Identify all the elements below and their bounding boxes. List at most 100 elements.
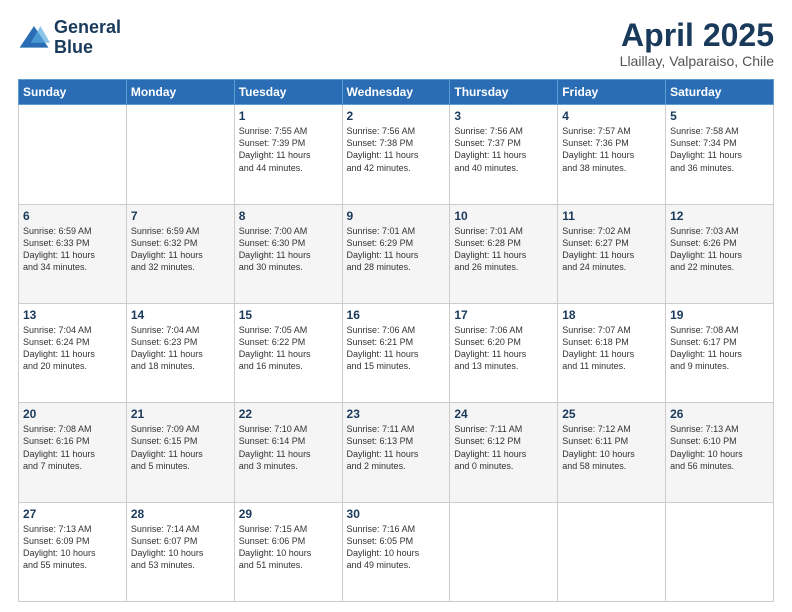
table-row: 10 Sunrise: 7:01 AM Sunset: 6:28 PM Dayli… xyxy=(450,204,558,303)
day-number: 1 xyxy=(239,109,338,123)
table-row: 28Sunrise: 7:14 AM Sunset: 6:07 PM Dayli… xyxy=(126,502,234,601)
day-info: Sunrise: 7:55 AM Sunset: 7:39 PM Dayligh… xyxy=(239,125,338,174)
day-number: 23 xyxy=(347,407,446,421)
day-number: 11 xyxy=(562,209,661,223)
calendar-week-row: 6 Sunrise: 6:59 AM Sunset: 6:33 PM Daylig… xyxy=(19,204,774,303)
col-friday: Friday xyxy=(558,80,666,105)
day-number: 4 xyxy=(562,109,661,123)
table-row: 13 Sunrise: 7:04 AM Sunset: 6:24 PM Dayli… xyxy=(19,303,127,402)
day-number: 27 xyxy=(23,507,122,521)
calendar-week-row: 13 Sunrise: 7:04 AM Sunset: 6:24 PM Dayli… xyxy=(19,303,774,402)
table-row: 17 Sunrise: 7:06 AM Sunset: 6:20 PM Dayli… xyxy=(450,303,558,402)
day-info: Sunrise: 7:01 AM Sunset: 6:28 PM Dayligh… xyxy=(454,225,553,274)
table-row: 8Sunrise: 7:00 AM Sunset: 6:30 PM Daylig… xyxy=(234,204,342,303)
day-info: Sunrise: 7:11 AM Sunset: 6:13 PM Dayligh… xyxy=(347,423,446,472)
table-row: 12Sunrise: 7:03 AM Sunset: 6:26 PM Dayli… xyxy=(666,204,774,303)
day-info: Sunrise: 7:13 AM Sunset: 6:09 PM Dayligh… xyxy=(23,523,122,572)
table-row: 29 Sunrise: 7:15 AM Sunset: 6:06 PM Dayli… xyxy=(234,502,342,601)
day-info: Sunrise: 7:06 AM Sunset: 6:21 PM Dayligh… xyxy=(347,324,446,373)
day-number: 29 xyxy=(239,507,338,521)
calendar-table: Sunday Monday Tuesday Wednesday Thursday… xyxy=(18,79,774,602)
table-row: 11 Sunrise: 7:02 AM Sunset: 6:27 PM Dayli… xyxy=(558,204,666,303)
day-info: Sunrise: 7:04 AM Sunset: 6:24 PM Dayligh… xyxy=(23,324,122,373)
day-info: Sunrise: 7:09 AM Sunset: 6:15 PM Dayligh… xyxy=(131,423,230,472)
day-info: Sunrise: 6:59 AM Sunset: 6:32 PM Dayligh… xyxy=(131,225,230,274)
calendar-week-row: 20 Sunrise: 7:08 AM Sunset: 6:16 PM Dayli… xyxy=(19,403,774,502)
day-info: Sunrise: 7:10 AM Sunset: 6:14 PM Dayligh… xyxy=(239,423,338,472)
day-number: 17 xyxy=(454,308,553,322)
table-row: 1 Sunrise: 7:55 AM Sunset: 7:39 PM Daylig… xyxy=(234,105,342,204)
day-info: Sunrise: 7:56 AM Sunset: 7:37 PM Dayligh… xyxy=(454,125,553,174)
col-thursday: Thursday xyxy=(450,80,558,105)
day-info: Sunrise: 7:08 AM Sunset: 6:17 PM Dayligh… xyxy=(670,324,769,373)
day-number: 15 xyxy=(239,308,338,322)
table-row xyxy=(19,105,127,204)
calendar-header-row: Sunday Monday Tuesday Wednesday Thursday… xyxy=(19,80,774,105)
day-number: 24 xyxy=(454,407,553,421)
calendar-week-row: 1 Sunrise: 7:55 AM Sunset: 7:39 PM Daylig… xyxy=(19,105,774,204)
table-row: 15 Sunrise: 7:05 AM Sunset: 6:22 PM Dayli… xyxy=(234,303,342,402)
table-row: 24Sunrise: 7:11 AM Sunset: 6:12 PM Dayli… xyxy=(450,403,558,502)
day-number: 7 xyxy=(131,209,230,223)
table-row: 6 Sunrise: 6:59 AM Sunset: 6:33 PM Daylig… xyxy=(19,204,127,303)
col-saturday: Saturday xyxy=(666,80,774,105)
day-number: 12 xyxy=(670,209,769,223)
day-info: Sunrise: 7:01 AM Sunset: 6:29 PM Dayligh… xyxy=(347,225,446,274)
title-area: April 2025 Llaillay, Valparaiso, Chile xyxy=(620,18,774,69)
day-number: 18 xyxy=(562,308,661,322)
table-row: 7 Sunrise: 6:59 AM Sunset: 6:32 PM Daylig… xyxy=(126,204,234,303)
table-row xyxy=(450,502,558,601)
day-number: 6 xyxy=(23,209,122,223)
day-number: 21 xyxy=(131,407,230,421)
day-info: Sunrise: 7:08 AM Sunset: 6:16 PM Dayligh… xyxy=(23,423,122,472)
table-row: 25 Sunrise: 7:12 AM Sunset: 6:11 PM Dayli… xyxy=(558,403,666,502)
day-info: Sunrise: 7:15 AM Sunset: 6:06 PM Dayligh… xyxy=(239,523,338,572)
day-number: 10 xyxy=(454,209,553,223)
day-number: 30 xyxy=(347,507,446,521)
col-monday: Monday xyxy=(126,80,234,105)
table-row: 19Sunrise: 7:08 AM Sunset: 6:17 PM Dayli… xyxy=(666,303,774,402)
day-number: 9 xyxy=(347,209,446,223)
day-info: Sunrise: 7:00 AM Sunset: 6:30 PM Dayligh… xyxy=(239,225,338,274)
day-info: Sunrise: 7:56 AM Sunset: 7:38 PM Dayligh… xyxy=(347,125,446,174)
table-row: 23 Sunrise: 7:11 AM Sunset: 6:13 PM Dayli… xyxy=(342,403,450,502)
day-number: 28 xyxy=(131,507,230,521)
day-number: 13 xyxy=(23,308,122,322)
month-title: April 2025 xyxy=(620,18,774,53)
day-info: Sunrise: 7:58 AM Sunset: 7:34 PM Dayligh… xyxy=(670,125,769,174)
table-row xyxy=(666,502,774,601)
day-number: 14 xyxy=(131,308,230,322)
day-info: Sunrise: 7:06 AM Sunset: 6:20 PM Dayligh… xyxy=(454,324,553,373)
day-number: 3 xyxy=(454,109,553,123)
table-row: 20 Sunrise: 7:08 AM Sunset: 6:16 PM Dayli… xyxy=(19,403,127,502)
table-row: 5Sunrise: 7:58 AM Sunset: 7:34 PM Daylig… xyxy=(666,105,774,204)
table-row: 18 Sunrise: 7:07 AM Sunset: 6:18 PM Dayli… xyxy=(558,303,666,402)
table-row: 26 Sunrise: 7:13 AM Sunset: 6:10 PM Dayli… xyxy=(666,403,774,502)
table-row xyxy=(558,502,666,601)
day-info: Sunrise: 7:05 AM Sunset: 6:22 PM Dayligh… xyxy=(239,324,338,373)
day-info: Sunrise: 7:07 AM Sunset: 6:18 PM Dayligh… xyxy=(562,324,661,373)
table-row xyxy=(126,105,234,204)
table-row: 30Sunrise: 7:16 AM Sunset: 6:05 PM Dayli… xyxy=(342,502,450,601)
day-number: 16 xyxy=(347,308,446,322)
table-row: 4Sunrise: 7:57 AM Sunset: 7:36 PM Daylig… xyxy=(558,105,666,204)
table-row: 21 Sunrise: 7:09 AM Sunset: 6:15 PM Dayli… xyxy=(126,403,234,502)
logo-icon xyxy=(18,22,50,54)
day-info: Sunrise: 6:59 AM Sunset: 6:33 PM Dayligh… xyxy=(23,225,122,274)
day-number: 22 xyxy=(239,407,338,421)
day-number: 26 xyxy=(670,407,769,421)
day-info: Sunrise: 7:12 AM Sunset: 6:11 PM Dayligh… xyxy=(562,423,661,472)
day-number: 25 xyxy=(562,407,661,421)
col-tuesday: Tuesday xyxy=(234,80,342,105)
table-row: 9 Sunrise: 7:01 AM Sunset: 6:29 PM Daylig… xyxy=(342,204,450,303)
day-info: Sunrise: 7:04 AM Sunset: 6:23 PM Dayligh… xyxy=(131,324,230,373)
day-info: Sunrise: 7:13 AM Sunset: 6:10 PM Dayligh… xyxy=(670,423,769,472)
day-number: 2 xyxy=(347,109,446,123)
col-sunday: Sunday xyxy=(19,80,127,105)
day-info: Sunrise: 7:02 AM Sunset: 6:27 PM Dayligh… xyxy=(562,225,661,274)
table-row: 27 Sunrise: 7:13 AM Sunset: 6:09 PM Dayli… xyxy=(19,502,127,601)
table-row: 14 Sunrise: 7:04 AM Sunset: 6:23 PM Dayli… xyxy=(126,303,234,402)
table-row: 2 Sunrise: 7:56 AM Sunset: 7:38 PM Daylig… xyxy=(342,105,450,204)
day-number: 20 xyxy=(23,407,122,421)
header: General Blue April 2025 Llaillay, Valpar… xyxy=(18,18,774,69)
